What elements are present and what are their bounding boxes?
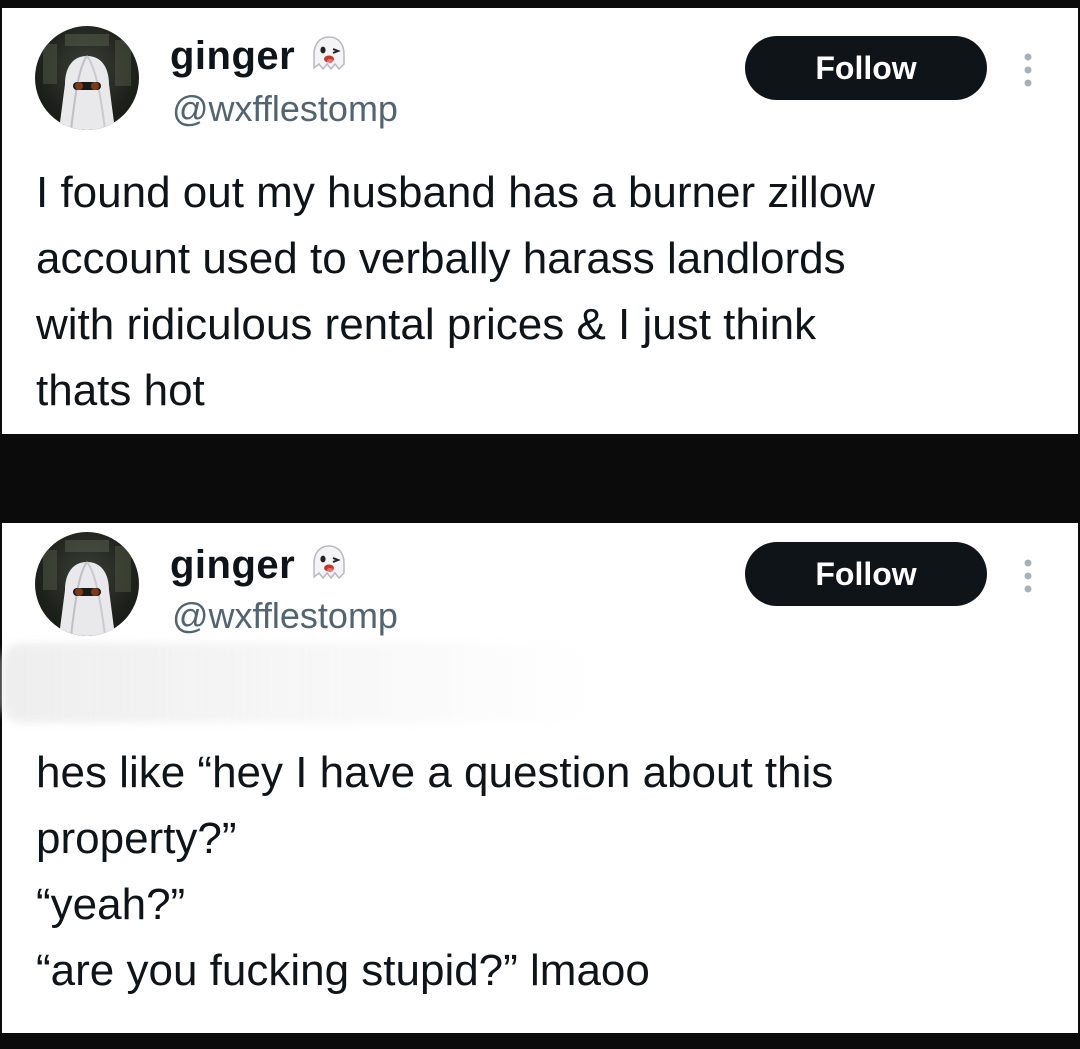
ghost-emoji-icon	[309, 543, 349, 588]
author-display-name[interactable]: ginger	[170, 543, 295, 588]
follow-button[interactable]: Follow	[745, 36, 987, 100]
tweet-text: hes like “hey I have a question about th…	[36, 748, 834, 995]
avatar[interactable]	[35, 26, 139, 130]
erased-area	[2, 643, 592, 723]
tweet-card: ginger @wxfflestomp Follow hes like “hey…	[2, 523, 1078, 1033]
author-name-row: ginger	[170, 34, 349, 79]
ghost-emoji-icon	[309, 34, 349, 79]
author-handle[interactable]: @wxfflestomp	[172, 88, 398, 130]
follow-button[interactable]: Follow	[745, 542, 987, 606]
author-name-row: ginger	[170, 543, 349, 588]
author-display-name[interactable]: ginger	[170, 34, 295, 79]
author-handle[interactable]: @wxfflestomp	[172, 595, 398, 637]
ghost-costume-avatar-image	[43, 540, 131, 636]
tweet-card: ginger @wxfflestomp Follow I found out m…	[2, 8, 1078, 434]
avatar[interactable]	[35, 532, 139, 636]
tweet-text: I found out my husband has a burner zill…	[36, 168, 875, 415]
more-vertical-icon[interactable]	[1016, 50, 1040, 90]
more-vertical-icon[interactable]	[1016, 556, 1040, 596]
ghost-costume-avatar-image	[43, 34, 131, 130]
